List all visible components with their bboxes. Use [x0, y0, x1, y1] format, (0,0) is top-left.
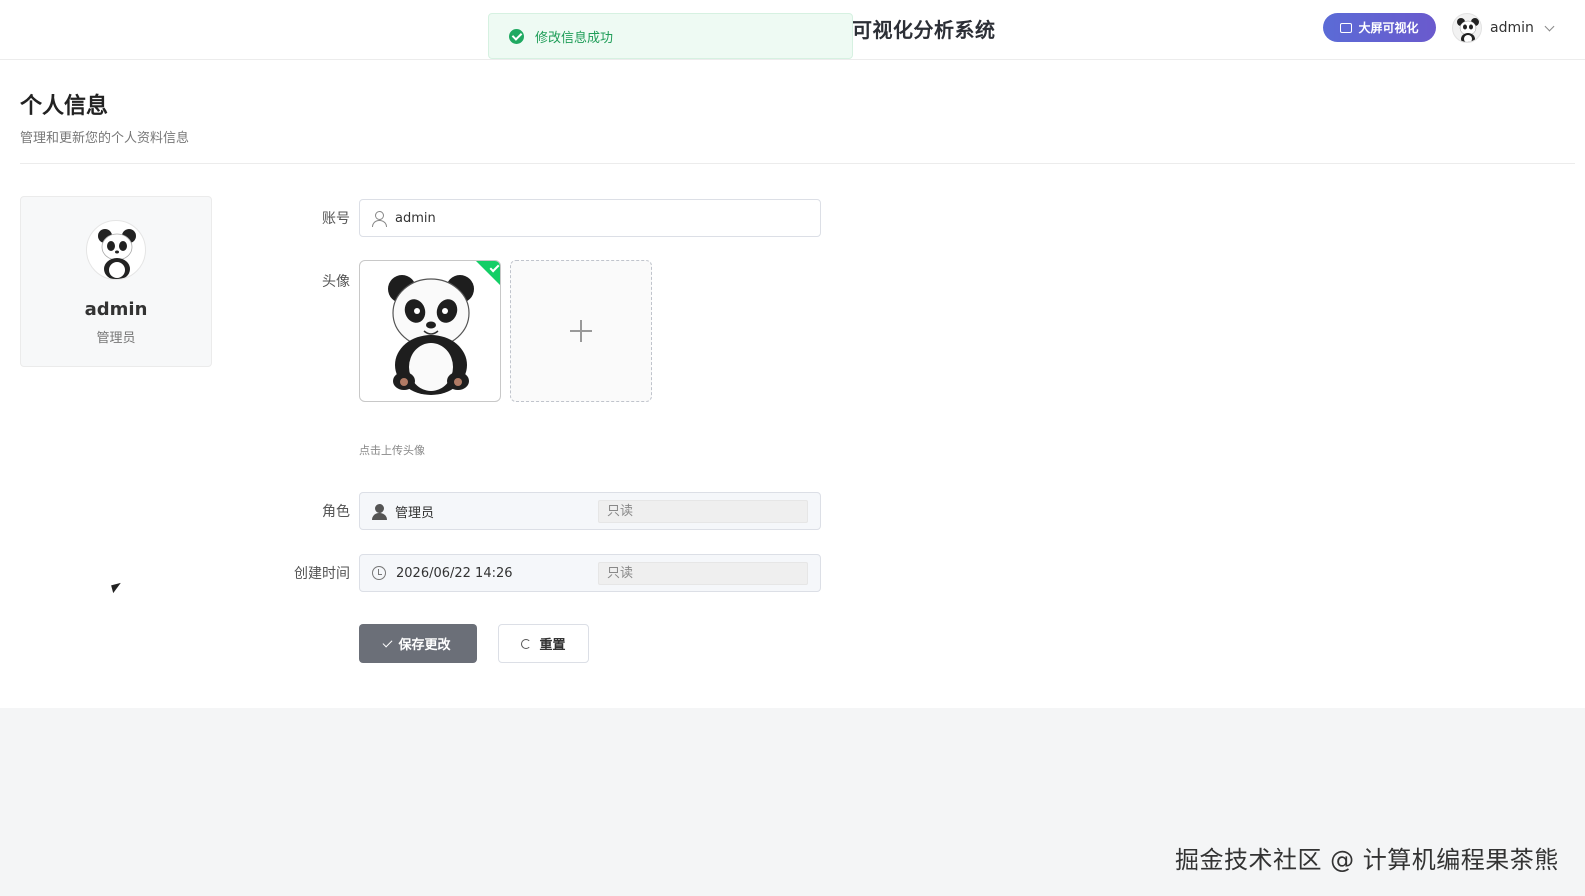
check-icon [383, 637, 393, 647]
profile-role: 管理员 [96, 331, 136, 346]
save-button[interactable]: 保存更改 [359, 624, 477, 663]
role-label: 角色 [322, 504, 350, 520]
avatar-upload-button[interactable] [510, 260, 652, 402]
account-label: 账号 [322, 211, 350, 227]
reset-label: 重置 [539, 638, 566, 653]
upload-hint: 点击上传头像 [359, 444, 425, 457]
profile-name: admin [84, 299, 148, 320]
role-field: 管理员 只读 [359, 492, 821, 530]
account-field[interactable]: admin [359, 199, 821, 237]
avatar-label: 头像 [322, 274, 350, 290]
user-icon [372, 211, 387, 227]
created-field: 2026/06/22 14:26 只读 [359, 554, 821, 592]
clock-icon [372, 566, 386, 580]
reset-button[interactable]: 重置 [498, 624, 589, 663]
mouse-cursor [111, 582, 123, 594]
readonly-tag: 只读 [598, 500, 808, 523]
page-subtitle: 管理和更新您的个人资料信息 [20, 131, 190, 146]
readonly-tag: 只读 [598, 562, 808, 585]
profile-card: admin 管理员 [20, 196, 212, 367]
watermark: 掘金技术社区 @ 计算机编程果茶熊 [1175, 846, 1559, 874]
user-name: admin [1490, 20, 1534, 36]
bigscreen-button[interactable]: 大屏可视化 [1323, 13, 1436, 42]
monitor-icon [1340, 22, 1353, 33]
refresh-icon [521, 638, 532, 649]
avatar [1452, 13, 1482, 43]
created-label: 创建时间 [294, 566, 350, 582]
check-circle-icon [509, 28, 524, 44]
avatar-preview[interactable] [359, 260, 501, 402]
profile-avatar [86, 220, 146, 280]
save-label: 保存更改 [398, 638, 451, 653]
toast-message: 修改信息成功 [535, 30, 614, 46]
role-value: 管理员 [395, 505, 435, 521]
user-solid-icon [372, 504, 387, 520]
bigscreen-label: 大屏可视化 [1358, 21, 1419, 35]
created-value: 2026/06/22 14:26 [396, 565, 513, 581]
divider [20, 163, 1575, 164]
chevron-down-icon [1544, 21, 1555, 31]
app-title: 可视化分析系统 [852, 18, 996, 42]
account-value: admin [395, 210, 436, 226]
success-toast: 修改信息成功 [488, 13, 853, 59]
user-menu[interactable]: admin [1452, 12, 1555, 44]
page-title: 个人信息 [20, 94, 109, 119]
